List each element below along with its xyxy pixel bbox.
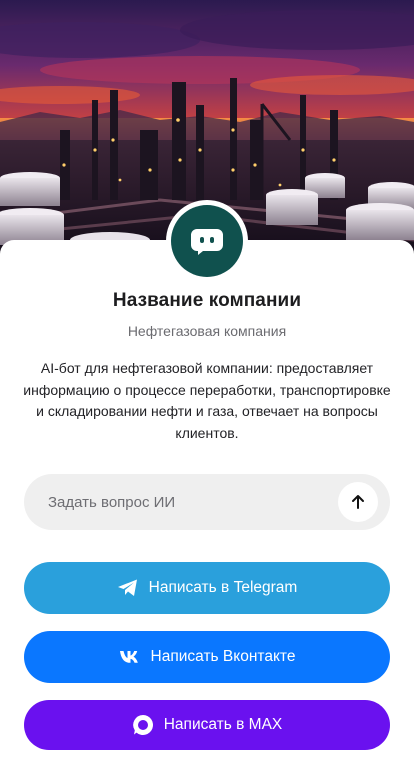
telegram-icon — [117, 578, 139, 598]
max-icon — [132, 714, 154, 736]
telegram-button-label: Написать в Telegram — [148, 579, 298, 596]
send-button[interactable] — [338, 482, 378, 522]
app-screen: Название компании Нефтегазовая компания … — [0, 0, 414, 770]
max-button[interactable]: Написать в MAX — [24, 700, 390, 750]
vk-button-label: Написать Вконтакте — [150, 648, 296, 665]
avatar-circle — [171, 205, 243, 277]
vk-button[interactable]: Написать Вконтакте — [24, 631, 390, 683]
company-avatar — [166, 200, 248, 282]
arrow-up-icon — [352, 495, 364, 509]
chat-bot-icon — [191, 229, 223, 255]
company-name: Название компании — [112, 290, 302, 311]
company-type: Нефтегазовая компания — [127, 323, 287, 339]
ask-ai-field — [24, 474, 390, 530]
vk-icon — [119, 650, 141, 664]
company-description: AI-бот для нефтегазовой компании: предос… — [23, 360, 391, 441]
max-button-label: Написать в MAX — [163, 716, 283, 733]
ask-ai-input[interactable] — [48, 474, 348, 530]
telegram-button[interactable]: Написать в Telegram — [24, 562, 390, 614]
